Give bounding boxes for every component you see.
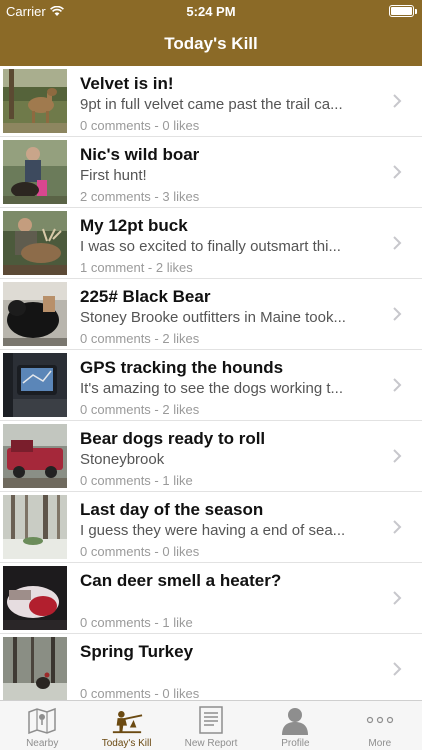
list-item[interactable]: Bear dogs ready to roll Stoneybrook 0 co… — [0, 421, 422, 492]
navigation-bar: Today's Kill — [0, 22, 422, 66]
page-title: Today's Kill — [164, 34, 258, 53]
post-title: Nic's wild boar — [80, 145, 200, 164]
chevron-right-icon — [393, 449, 402, 463]
post-thumbnail — [3, 140, 67, 204]
list-item[interactable]: Can deer smell a heater? 0 comments - 1 … — [0, 563, 422, 634]
tab-label: More — [368, 738, 392, 749]
hunter-icon — [111, 704, 143, 736]
post-description: Stoney Brooke outfitters in Maine took..… — [80, 309, 346, 326]
chevron-right-icon — [393, 520, 402, 534]
chevron-right-icon — [393, 378, 402, 392]
map-icon — [26, 704, 58, 736]
tab-label: New Report — [184, 738, 238, 749]
post-thumbnail — [3, 211, 67, 275]
post-title: Velvet is in! — [80, 74, 174, 93]
post-description: 9pt in full velvet came past the trail c… — [80, 96, 343, 113]
post-thumbnail — [3, 353, 67, 417]
chevron-right-icon — [393, 236, 402, 250]
list-item[interactable]: GPS tracking the hounds It's amazing to … — [0, 350, 422, 421]
post-thumbnail — [3, 637, 67, 700]
post-thumbnail — [3, 69, 67, 133]
tab-new-report[interactable]: New Report — [169, 701, 253, 750]
post-thumbnail — [3, 495, 67, 559]
post-description: Stoneybrook — [80, 451, 165, 468]
post-stats: 0 comments - 2 likes — [80, 402, 200, 417]
chevron-right-icon — [393, 662, 402, 676]
post-thumbnail — [3, 424, 67, 488]
post-title: Last day of the season — [80, 500, 264, 519]
chevron-right-icon — [393, 94, 402, 108]
list-item[interactable]: Last day of the season I guess they were… — [0, 492, 422, 563]
chevron-right-icon — [393, 165, 402, 179]
battery-icon — [389, 5, 417, 17]
post-thumbnail — [3, 282, 67, 346]
post-description: First hunt! — [80, 167, 147, 184]
tab-label: Profile — [281, 738, 310, 749]
post-description: I was so excited to finally outsmart thi… — [80, 238, 341, 255]
post-stats: 0 comments - 2 likes — [80, 331, 200, 346]
more-icon — [364, 704, 396, 736]
post-description: It's amazing to see the dogs working t..… — [80, 380, 343, 397]
post-title: 225# Black Bear — [80, 287, 211, 306]
person-icon — [279, 704, 311, 736]
app-screen: Carrier 5:24 PM Today's Kill Velvet is i… — [0, 0, 422, 750]
tab-nearby[interactable]: Nearby — [0, 701, 84, 750]
list-item[interactable]: Velvet is in! 9pt in full velvet came pa… — [0, 66, 422, 137]
document-icon — [195, 704, 227, 736]
post-stats: 0 comments - 0 likes — [80, 544, 200, 559]
post-stats: 0 comments - 1 like — [80, 473, 193, 488]
tab-todays-kill[interactable]: Today's Kill — [84, 701, 168, 750]
chevron-right-icon — [393, 591, 402, 605]
status-time: 5:24 PM — [186, 4, 236, 19]
tab-label: Nearby — [26, 738, 59, 749]
post-title: My 12pt buck — [80, 216, 188, 235]
status-bar: Carrier 5:24 PM — [0, 0, 422, 22]
post-title: Can deer smell a heater? — [80, 571, 282, 590]
post-stats: 0 comments - 0 likes — [80, 686, 200, 700]
list-item[interactable]: My 12pt buck I was so excited to finally… — [0, 208, 422, 279]
post-stats: 2 comments - 3 likes — [80, 189, 200, 204]
tab-label: Today's Kill — [101, 738, 152, 749]
post-title: GPS tracking the hounds — [80, 358, 284, 377]
post-title: Spring Turkey — [80, 642, 194, 661]
tab-more[interactable]: More — [338, 701, 422, 750]
chevron-right-icon — [393, 307, 402, 321]
tab-profile[interactable]: Profile — [253, 701, 337, 750]
list-item[interactable]: 225# Black Bear Stoney Brooke outfitters… — [0, 279, 422, 350]
kill-report-list[interactable]: Velvet is in! 9pt in full velvet came pa… — [0, 66, 422, 700]
post-title: Bear dogs ready to roll — [80, 429, 266, 448]
post-stats: 0 comments - 0 likes — [80, 118, 200, 133]
post-thumbnail — [3, 566, 67, 630]
post-stats: 1 comment - 2 likes — [80, 260, 193, 275]
tab-bar: Nearby Today's Kill New Report Profile M… — [0, 700, 422, 750]
list-item[interactable]: Nic's wild boar First hunt! 2 comments -… — [0, 137, 422, 208]
post-stats: 0 comments - 1 like — [80, 615, 193, 630]
list-item[interactable]: Spring Turkey 0 comments - 0 likes — [0, 634, 422, 700]
post-description: I guess they were having a end of sea... — [80, 522, 346, 539]
